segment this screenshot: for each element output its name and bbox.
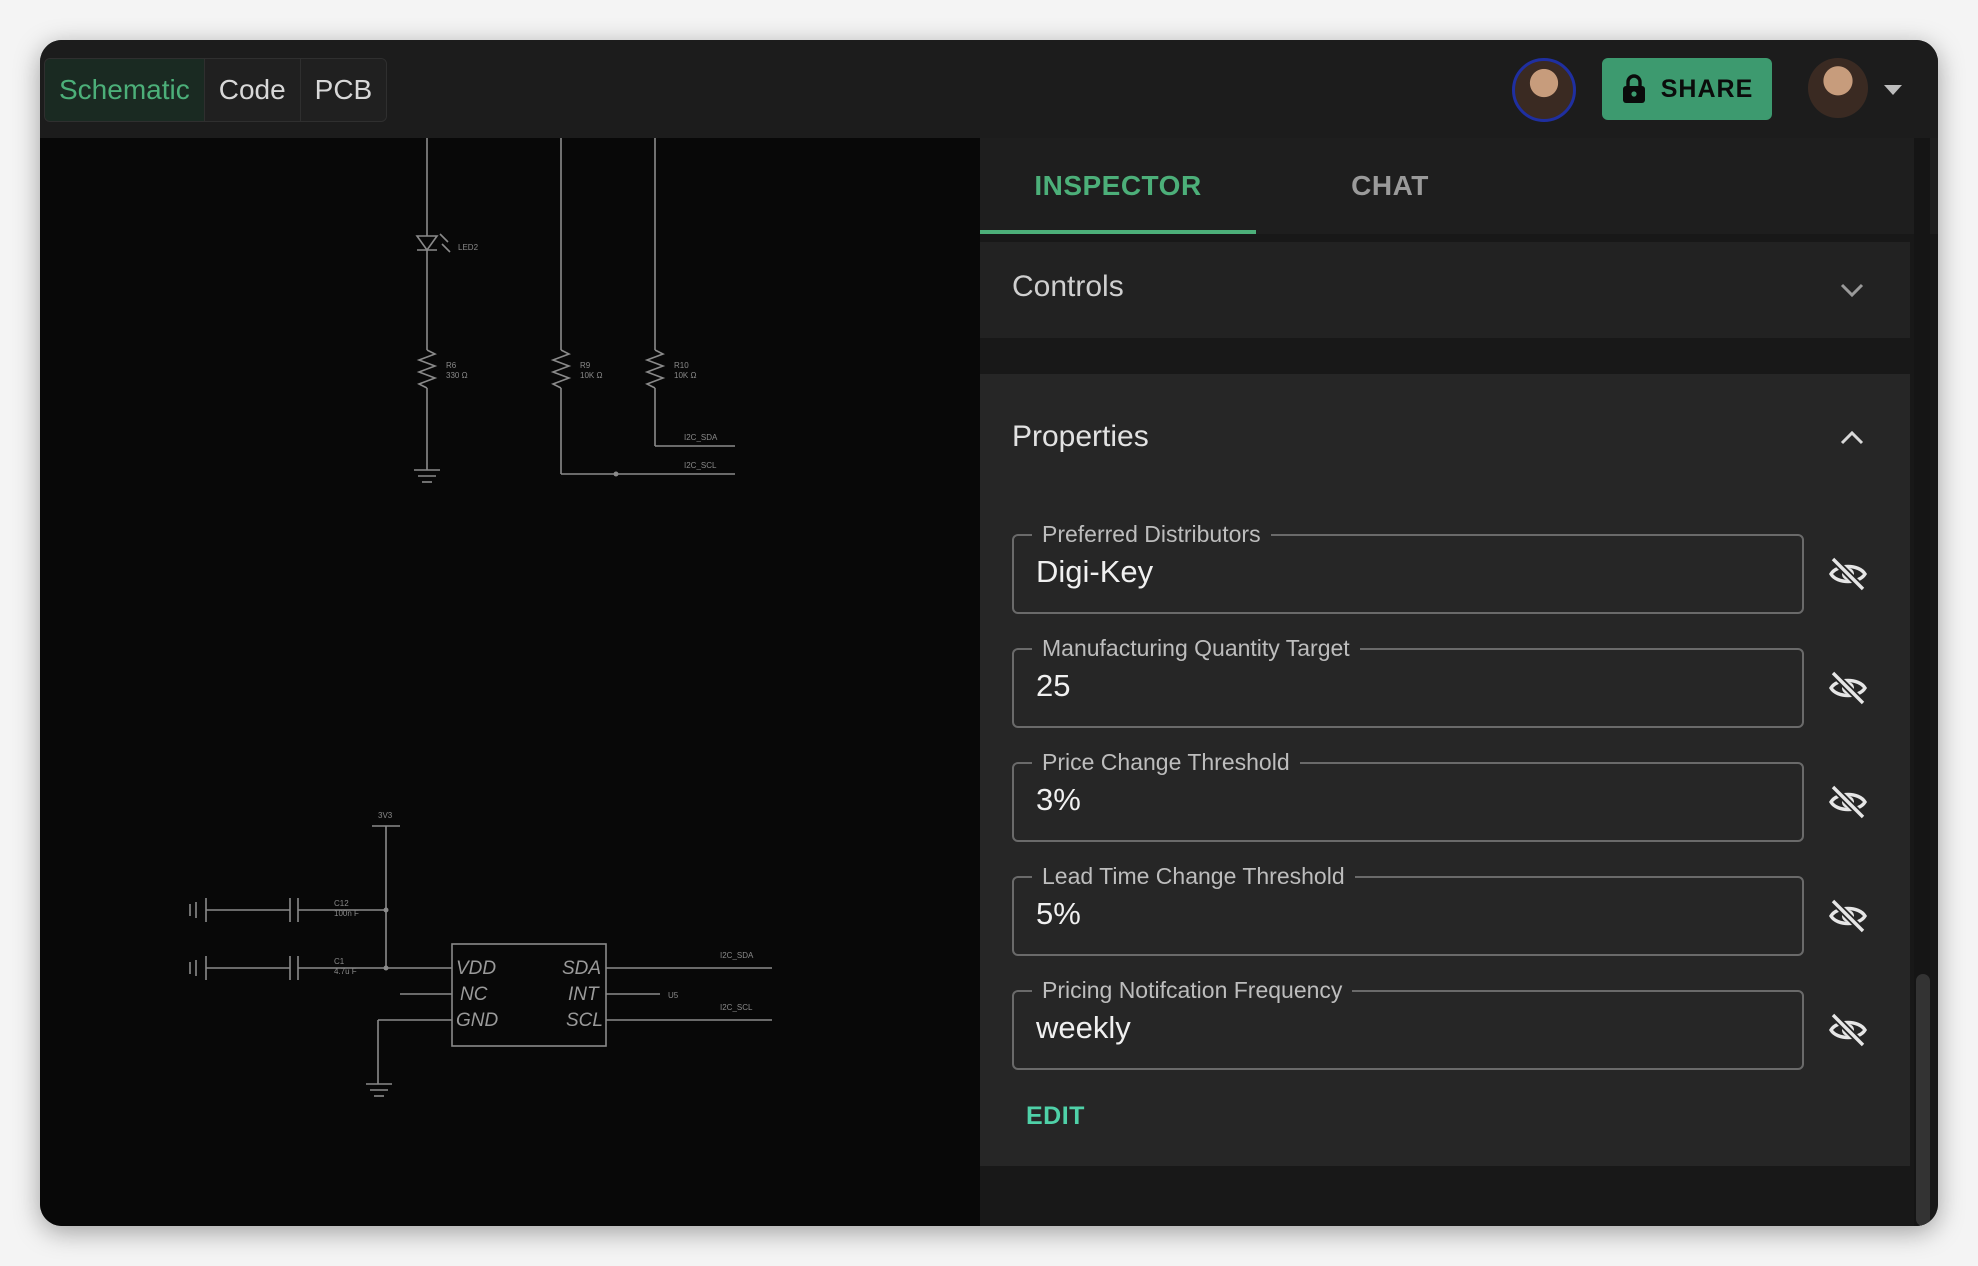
field-value: 3% (1036, 782, 1081, 817)
properties-section: Properties Preferred Distributors Digi-K… (980, 374, 1910, 1166)
tab-inspector[interactable]: INSPECTOR (980, 138, 1256, 234)
share-label: SHARE (1660, 74, 1754, 103)
field-value: 5% (1036, 896, 1081, 931)
label-i2c-sda-top: I2C_SDA (684, 433, 718, 442)
field-label: Price Change Threshold (1032, 748, 1300, 776)
label-c1-value: 4.7u F (334, 967, 357, 976)
app-window: Schematic Code PCB SHARE LED2 R6 330 Ω R… (40, 40, 1938, 1226)
field-value: 25 (1036, 668, 1071, 703)
lead-time-threshold-field[interactable]: Lead Time Change Threshold 5% (1012, 862, 1804, 956)
tab-code[interactable]: Code (204, 59, 301, 121)
label-u5: U5 (668, 991, 679, 1000)
top-bar: Schematic Code PCB SHARE (40, 40, 1938, 138)
pin-int: INT (568, 984, 600, 1005)
eye-off-icon[interactable] (1826, 1008, 1870, 1052)
chevron-down-icon[interactable] (1838, 276, 1866, 304)
tab-pcb[interactable]: PCB (300, 59, 387, 121)
eye-off-icon[interactable] (1826, 552, 1870, 596)
controls-title: Controls (1012, 270, 1124, 303)
label-r10: R10 (674, 361, 689, 370)
preferred-distributors-field[interactable]: Preferred Distributors Digi-Key (1012, 520, 1804, 614)
manufacturing-quantity-field[interactable]: Manufacturing Quantity Target 25 (1012, 634, 1804, 728)
pin-gnd: GND (456, 1010, 499, 1031)
label-led2: LED2 (458, 243, 479, 252)
active-tab-indicator (980, 230, 1256, 234)
field-label: Lead Time Change Threshold (1032, 862, 1355, 890)
label-i2c-scl-top: I2C_SCL (684, 461, 717, 470)
pricing-notification-frequency-field[interactable]: Pricing Notifcation Frequency weekly (1012, 976, 1804, 1070)
label-r9-value: 10K Ω (580, 371, 602, 380)
chevron-up-icon[interactable] (1838, 424, 1866, 452)
controls-section[interactable]: Controls (980, 242, 1910, 338)
pin-vdd: VDD (456, 958, 496, 979)
chevron-down-icon[interactable] (1884, 85, 1902, 95)
price-change-threshold-field[interactable]: Price Change Threshold 3% (1012, 748, 1804, 842)
label-r9: R9 (580, 361, 591, 370)
pin-scl: SCL (566, 1010, 603, 1031)
field-value: Digi-Key (1036, 554, 1154, 589)
eye-off-icon[interactable] (1826, 780, 1870, 824)
pin-sda: SDA (562, 958, 601, 979)
scrollbar-thumb[interactable] (1916, 974, 1930, 1226)
inspector-panel: INSPECTOR CHAT Controls Properties Prefe… (980, 138, 1938, 1226)
collaborator-avatar[interactable] (1512, 58, 1576, 122)
field-label: Manufacturing Quantity Target (1032, 634, 1360, 662)
label-r10-value: 10K Ω (674, 371, 696, 380)
lock-icon (1622, 74, 1645, 103)
eye-off-icon[interactable] (1826, 666, 1870, 710)
label-3v3: 3V3 (378, 811, 393, 820)
user-avatar[interactable] (1808, 58, 1868, 118)
label-i2c-scl-bottom: I2C_SCL (720, 1003, 753, 1012)
label-c12: C12 (334, 899, 349, 908)
schematic-canvas[interactable]: LED2 R6 330 Ω R9 10K Ω R10 10K Ω I2C_SDA… (40, 138, 980, 1226)
tab-schematic[interactable]: Schematic (45, 59, 205, 121)
label-r6-value: 330 Ω (446, 371, 468, 380)
field-label: Preferred Distributors (1032, 520, 1271, 548)
panel-tabs: INSPECTOR CHAT (980, 138, 1938, 234)
tab-chat[interactable]: CHAT (1256, 138, 1524, 234)
label-c1: C1 (334, 957, 345, 966)
pin-nc: NC (460, 984, 488, 1005)
label-r6: R6 (446, 361, 457, 370)
label-c12-value: 100n F (334, 909, 359, 918)
edit-button[interactable]: EDIT (1026, 1102, 1085, 1131)
properties-title: Properties (1012, 420, 1149, 453)
eye-off-icon[interactable] (1826, 894, 1870, 938)
label-i2c-sda-bottom: I2C_SDA (720, 951, 754, 960)
view-tabs: Schematic Code PCB (44, 58, 388, 122)
share-button[interactable]: SHARE (1602, 58, 1772, 120)
field-label: Pricing Notifcation Frequency (1032, 976, 1353, 1004)
field-value: weekly (1036, 1010, 1131, 1045)
schematic-drawing[interactable]: LED2 R6 330 Ω R9 10K Ω R10 10K Ω I2C_SDA… (40, 138, 980, 1226)
